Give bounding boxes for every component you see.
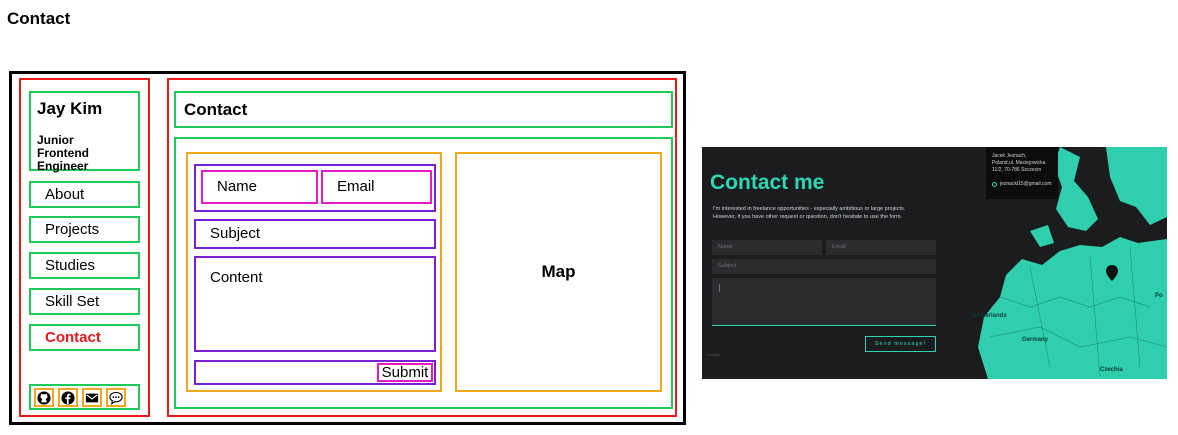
nav-item-studies[interactable]: Studies <box>29 252 140 279</box>
submit-row: Submit <box>194 360 436 385</box>
map-box: Map <box>455 152 662 392</box>
name-email-row: Name Email <box>194 164 436 212</box>
wireframe-main: Contact Name Email Subject Content Submi… <box>167 78 677 417</box>
address-email[interactable]: jeznacki15@gmail.com <box>1000 181 1051 188</box>
screenshot-description: I'm interested in freelance opportunitie… <box>713 205 953 221</box>
main-header-title: Contact <box>184 100 248 119</box>
map-label: Map <box>541 262 576 281</box>
address-line2: Poland,ul. Maciejowicka <box>992 160 1046 166</box>
profile-name: Jay Kim <box>37 99 103 118</box>
map-label-germany: Germany <box>1022 337 1049 343</box>
contact-page-screenshot: Contact me I'm interested in freelance o… <box>702 147 1167 379</box>
send-message-button[interactable]: Send message! <box>865 336 936 352</box>
content-field[interactable]: Content <box>194 256 436 352</box>
profile-role: Junior Frontend Engineer <box>37 134 142 173</box>
screenshot-subject-input[interactable]: Subject <box>712 259 936 274</box>
map-label-czechia: Czechia <box>1100 367 1123 373</box>
screenshot-description-line1: I'm interested in freelance opportunitie… <box>713 206 906 212</box>
nav-item-about[interactable]: About <box>29 181 140 208</box>
wireframe-frame: Jay Kim Junior Frontend Engineer About P… <box>9 71 686 425</box>
profile-role-line1: Junior <box>37 133 74 147</box>
contact-form: Name Email Subject Content Submit <box>186 152 442 392</box>
screenshot-name-input[interactable]: Name <box>712 240 822 255</box>
email-dot-icon <box>992 182 997 187</box>
profile-role-line2: Frontend Engineer <box>37 146 89 173</box>
nav-item-projects[interactable]: Projects <box>29 216 140 243</box>
address-line1: Jacek Jeznach, <box>992 153 1027 159</box>
side-code-text: </body> <box>706 352 721 357</box>
screenshot-email-input[interactable]: Email <box>826 240 936 255</box>
wireframe-sidebar: Jay Kim Junior Frontend Engineer About P… <box>19 78 150 417</box>
address-card: Jacek Jeznach, Poland,ul. Maciejowicka 1… <box>986 147 1058 199</box>
screenshot-message-input[interactable] <box>712 278 936 326</box>
nav-item-contact[interactable]: Contact <box>29 324 140 351</box>
social-links <box>29 384 140 410</box>
screenshot-description-line2: However, if you have other request or qu… <box>713 214 903 220</box>
profile-box: Jay Kim Junior Frontend Engineer <box>29 91 142 173</box>
chat-icon[interactable] <box>106 388 126 407</box>
email-field[interactable]: Email <box>321 170 432 204</box>
text-caret <box>719 284 720 292</box>
screenshot-title: Contact me <box>710 171 825 194</box>
github-icon[interactable] <box>34 388 54 407</box>
subject-field[interactable]: Subject <box>194 219 436 249</box>
address-line3: 11/2, 70-786 Szczecin <box>992 167 1042 173</box>
facebook-icon[interactable] <box>58 388 78 407</box>
main-content: Name Email Subject Content Submit Map <box>174 137 673 409</box>
map-label-poland: Po <box>1155 293 1163 299</box>
name-field[interactable]: Name <box>201 170 318 204</box>
main-header: Contact <box>174 91 673 128</box>
page-title: Contact <box>7 9 71 28</box>
nav-item-skill-set[interactable]: Skill Set <box>29 288 140 315</box>
address-email-row: jeznacki15@gmail.com <box>992 181 1052 188</box>
submit-button[interactable]: Submit <box>377 363 433 382</box>
email-icon[interactable] <box>82 388 102 407</box>
map-label-netherlands: Netherlands <box>972 313 1007 319</box>
